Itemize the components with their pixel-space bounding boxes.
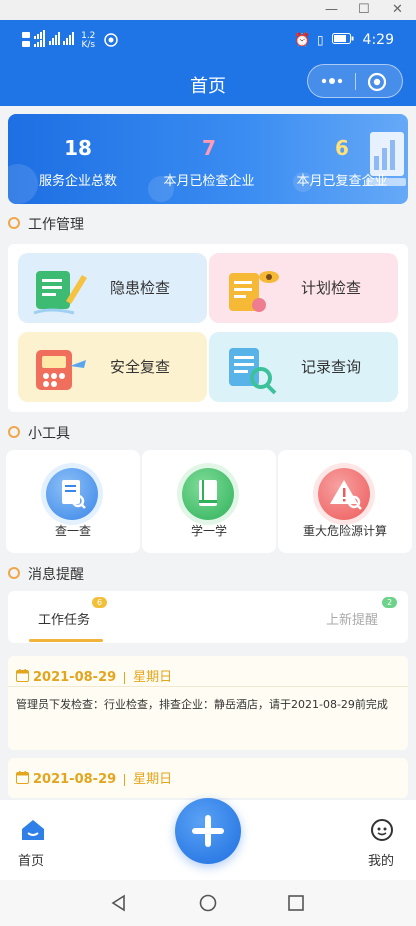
- tab-work-tasks[interactable]: 工作任务: [38, 609, 90, 628]
- tab-badge: 6: [92, 597, 108, 608]
- mini-program-capsule: [307, 64, 403, 98]
- safety-recheck-icon: [30, 340, 90, 396]
- battery-icon: [332, 32, 354, 48]
- work-item-label: 记录查询: [301, 358, 362, 376]
- stat-label: 服务企业总数: [38, 174, 117, 189]
- calendar-icon: [16, 669, 29, 686]
- hazard-check-icon: [30, 261, 90, 317]
- signal-icon: [48, 30, 75, 52]
- status-bar-right: ⏰ ▯ 4:29: [294, 32, 394, 48]
- hd-signal-icon: [22, 30, 46, 52]
- message-divider: [8, 686, 408, 687]
- work-item-plan-check[interactable]: 计划检查: [209, 253, 398, 323]
- close-mini-program-icon[interactable]: [366, 71, 388, 97]
- section-title-work: 工作管理: [8, 214, 84, 234]
- alarm-icon: ⏰: [294, 33, 311, 48]
- tab-new-reminders[interactable]: 上新提醒: [326, 609, 378, 628]
- doc-search-icon: [46, 468, 98, 520]
- tool-label: 学一学: [190, 524, 227, 538]
- plus-icon: [192, 815, 224, 847]
- stat-value: 6: [335, 136, 349, 160]
- capsule-divider: [355, 73, 356, 90]
- section-title-messages: 消息提醒: [8, 564, 84, 584]
- record-query-icon: [221, 340, 281, 396]
- section-label: 消息提醒: [28, 567, 84, 583]
- section-dot-icon: [8, 426, 20, 438]
- work-item-label: 计划检查: [301, 279, 362, 297]
- header-divider: [124, 671, 126, 684]
- tool-label: 重大危险源计算: [302, 524, 387, 538]
- section-label: 小工具: [28, 426, 70, 442]
- net-speed: 1.2 K/s: [81, 32, 95, 50]
- work-item-hazard-check[interactable]: 隐患检查: [18, 253, 207, 323]
- section-label: 工作管理: [28, 217, 84, 233]
- work-grid: 隐患检查 计划检查 安全复查 记录查询: [8, 244, 408, 412]
- work-item-label: 安全复查: [110, 358, 171, 376]
- net-speed-unit: K/s: [81, 40, 96, 50]
- stat-value: 18: [64, 136, 92, 160]
- recents-icon[interactable]: [287, 894, 305, 916]
- window-title-bar: — ☐ ✕: [0, 0, 416, 21]
- stats-banner: 18 服务企业总数 7 本月已检查企业 6 本月已复查企业: [8, 114, 408, 204]
- active-tab-indicator: [29, 639, 103, 642]
- message-tabs: 工作任务 6 上新提醒 2: [8, 591, 408, 643]
- message-date: 2021-08-29: [33, 772, 117, 787]
- vpn-icon: [104, 33, 118, 49]
- message-card[interactable]: 2021-08-29 星期日 管理员下发检查：行业检查，排查企业：静岳酒店，请于2…: [8, 656, 408, 750]
- maximize-icon[interactable]: ☐: [358, 2, 370, 18]
- close-icon[interactable]: ✕: [392, 2, 403, 18]
- section-dot-icon: [8, 567, 20, 579]
- app-header: 1.2 K/s ⏰ ▯ 4:29 首页: [0, 20, 416, 106]
- profile-icon[interactable]: [370, 818, 394, 846]
- tab-badge: 2: [382, 597, 398, 608]
- header-divider: [124, 773, 126, 786]
- stat-rechecked-this-month[interactable]: 6 本月已复查企业: [286, 136, 398, 189]
- message-card[interactable]: 2021-08-29 星期日: [8, 758, 408, 798]
- nav-home[interactable]: 首页: [18, 850, 44, 869]
- book-icon: [182, 468, 234, 520]
- minimize-icon[interactable]: —: [325, 2, 338, 18]
- home-circle-icon[interactable]: [199, 894, 217, 916]
- message-text: 管理员下发检查：行业检查，排查企业：静岳酒店，请于2021-08-29前完成: [16, 698, 388, 711]
- tool-check[interactable]: 查一查: [6, 450, 140, 553]
- section-dot-icon: [8, 217, 20, 229]
- status-bar-left: 1.2 K/s: [22, 30, 118, 52]
- stat-value: 7: [202, 136, 216, 160]
- vibrate-icon: ▯: [317, 33, 324, 47]
- back-icon[interactable]: [110, 894, 128, 916]
- message-header: 2021-08-29 星期日: [16, 666, 172, 686]
- work-item-record-query[interactable]: 记录查询: [209, 332, 398, 402]
- hazard-warning-icon: [318, 468, 370, 520]
- section-title-tools: 小工具: [8, 423, 70, 443]
- message-weekday: 星期日: [133, 772, 173, 787]
- nav-mine[interactable]: 我的: [368, 850, 394, 869]
- plan-check-icon: [221, 261, 281, 317]
- work-item-safety-recheck[interactable]: 安全复查: [18, 332, 207, 402]
- work-item-label: 隐患检查: [110, 279, 171, 297]
- system-nav-bar: [0, 880, 416, 926]
- calendar-icon: [16, 771, 29, 788]
- tool-label: 查一查: [54, 524, 91, 538]
- home-icon[interactable]: [20, 818, 46, 846]
- stat-inspected-this-month[interactable]: 7 本月已检查企业: [153, 136, 265, 189]
- stat-label: 本月已复查企业: [296, 174, 388, 189]
- message-header: 2021-08-29 星期日: [16, 768, 172, 788]
- tool-learn[interactable]: 学一学: [142, 450, 276, 553]
- tool-hazard-calc[interactable]: 重大危险源计算: [278, 450, 412, 553]
- message-weekday: 星期日: [133, 670, 173, 685]
- stat-total-enterprises[interactable]: 18 服务企业总数: [28, 136, 128, 189]
- more-icon[interactable]: [320, 71, 344, 95]
- clock-time: 4:29: [362, 32, 394, 48]
- add-button[interactable]: [175, 798, 241, 864]
- message-date: 2021-08-29: [33, 670, 117, 685]
- stat-label: 本月已检查企业: [163, 174, 255, 189]
